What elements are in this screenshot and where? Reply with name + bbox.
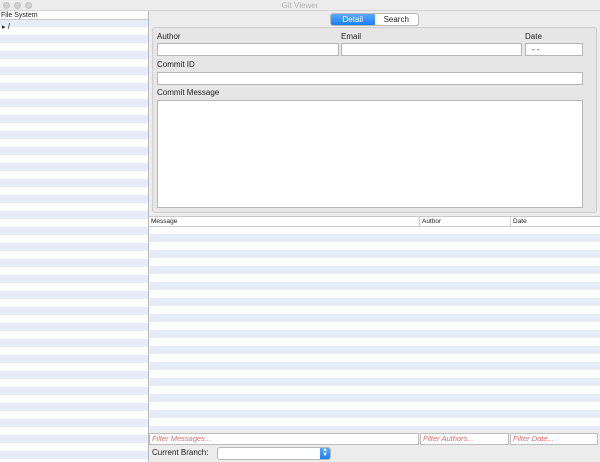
column-author[interactable]: Author [419,217,510,226]
email-field[interactable] [341,43,522,56]
chevron-up-down-icon[interactable]: ▲ ▼ [320,447,330,459]
title-bar: Git Viewer [0,0,600,11]
date-field[interactable]: - - [525,43,583,56]
email-label: Email [341,32,362,41]
commit-message-label: Commit Message [157,88,220,97]
tab-search[interactable]: Search [375,14,419,25]
filter-messages-input[interactable]: Filter Messages... [149,433,419,445]
table-header: Message Author Date [149,217,600,227]
column-date[interactable]: Date [510,217,600,226]
expand-triangle-icon[interactable]: ▸ [2,24,6,31]
tab-detail[interactable]: Detail [331,14,375,25]
commit-message-area[interactable] [157,100,583,208]
author-label: Author [157,32,181,41]
date-label: Date [525,32,542,41]
tab-bar: Detail Search [330,13,419,26]
file-system-header[interactable]: File System [0,11,148,20]
filter-authors-input[interactable]: Filter Authors... [420,433,509,445]
column-message[interactable]: Message [149,217,419,226]
branch-select[interactable]: ▲ ▼ [217,447,331,460]
window-title: Git Viewer [281,1,319,10]
filter-date-input[interactable]: Filter Date... [510,433,598,445]
commit-table[interactable]: Message Author Date [149,216,600,430]
author-field[interactable] [157,43,339,56]
commit-id-label: Commit ID [157,60,195,69]
detail-panel: Author Email Date - - Commit ID Commit M… [152,27,597,213]
current-branch-label: Current Branch: [152,448,209,457]
commit-id-field[interactable] [157,72,583,85]
tree-root-item[interactable]: ▸ / [2,22,10,32]
tree-root-label: / [7,22,10,31]
file-system-tree[interactable]: File System ▸ / [0,11,149,462]
